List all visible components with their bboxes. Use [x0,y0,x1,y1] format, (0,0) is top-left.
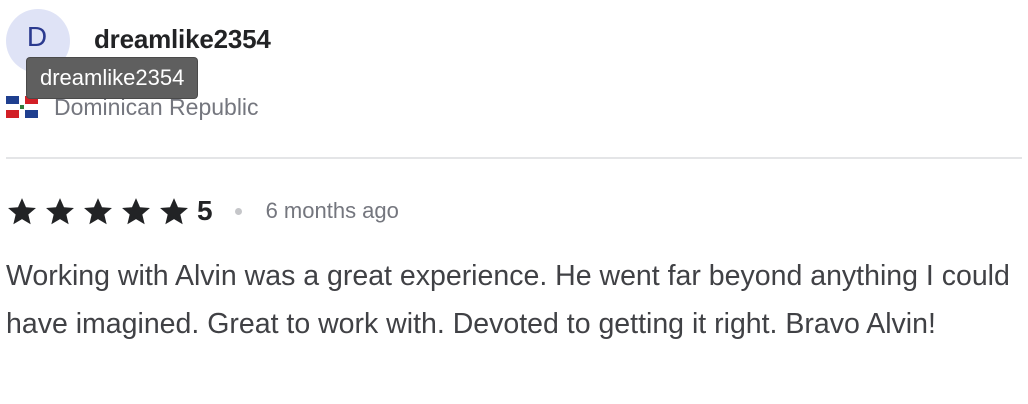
divider [6,157,1022,159]
star-icon [84,197,112,224]
rating-score: 5 [197,195,213,226]
review-time: 6 months ago [265,198,399,223]
rating-row: 5 6 months ago [6,194,399,228]
dominican-republic-flag-icon [6,96,38,118]
avatar-initial: D [26,21,48,52]
review-card: D dreamlike2354 dreamlike2354 Dominican … [0,0,1028,404]
star-icon [122,197,150,224]
separator-dot [234,207,242,215]
star-icon [160,197,188,224]
star-icon [46,197,74,224]
review-text: Working with Alvin was a great experienc… [6,260,1010,340]
star-rating [6,196,196,227]
reviewer-username[interactable]: dreamlike2354 [94,24,271,55]
username-tooltip: dreamlike2354 [27,58,198,98]
star-icon [8,197,36,224]
